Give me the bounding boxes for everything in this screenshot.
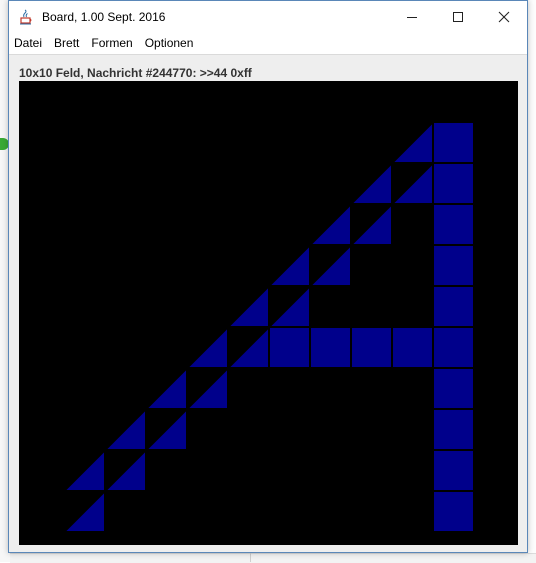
board-grid — [61, 119, 475, 533]
background-statusbar-separator — [250, 553, 251, 562]
board-canvas[interactable] — [19, 81, 518, 545]
close-button[interactable] — [481, 1, 527, 32]
board-cell-triangle — [348, 201, 393, 246]
board-cell-triangle — [102, 406, 147, 451]
board-cell-triangle — [389, 160, 434, 205]
menu-datei[interactable]: Datei — [9, 32, 48, 54]
board-cell-square — [432, 121, 475, 164]
menu-optionen[interactable]: Optionen — [139, 32, 200, 54]
menu-bar: Datei Brett Formen Optionen — [9, 32, 527, 55]
board-cell-triangle — [102, 447, 147, 492]
board-cell-square — [432, 244, 475, 287]
java-app-icon — [18, 9, 34, 25]
board-cell-square — [432, 326, 475, 369]
menu-brett[interactable]: Brett — [48, 32, 85, 54]
board-cell-triangle — [143, 365, 188, 410]
board-cell-square — [432, 449, 475, 492]
title-bar[interactable]: Board, 1.00 Sept. 2016 — [9, 1, 527, 32]
menu-formen[interactable]: Formen — [85, 32, 138, 54]
minimize-button[interactable] — [389, 1, 435, 32]
board-cell-triangle — [307, 201, 352, 246]
minimize-icon — [407, 16, 417, 18]
board-window: Board, 1.00 Sept. 2016 Datei Brett Forme… — [8, 0, 528, 553]
board-cell-triangle — [184, 365, 229, 410]
board-cell-square — [268, 326, 311, 369]
board-cell-triangle — [61, 447, 106, 492]
close-icon — [498, 11, 510, 22]
board-cell-triangle — [266, 242, 311, 287]
board-cell-triangle — [184, 324, 229, 369]
maximize-icon — [453, 11, 463, 22]
board-cell-square — [432, 367, 475, 410]
window-title: Board, 1.00 Sept. 2016 — [42, 9, 166, 24]
board-cell-triangle — [266, 283, 311, 328]
board-cell-triangle — [61, 488, 106, 533]
board-cell-triangle — [143, 406, 188, 451]
board-cell-triangle — [348, 160, 393, 205]
board-cell-square — [432, 162, 475, 205]
maximize-button[interactable] — [435, 1, 481, 32]
board-cell-square — [432, 203, 475, 246]
board-cell-square — [309, 326, 352, 369]
board-cell-triangle — [225, 324, 270, 369]
board-cell-square — [432, 285, 475, 328]
board-status-label: 10x10 Feld, Nachricht #244770: >>44 0xff — [19, 66, 252, 80]
board-cell-square — [391, 326, 434, 369]
board-cell-triangle — [389, 119, 434, 164]
board-cell-square — [350, 326, 393, 369]
board-cell-triangle — [225, 283, 270, 328]
board-cell-square — [432, 408, 475, 451]
board-cell-triangle — [307, 242, 352, 287]
board-cell-square — [432, 490, 475, 533]
